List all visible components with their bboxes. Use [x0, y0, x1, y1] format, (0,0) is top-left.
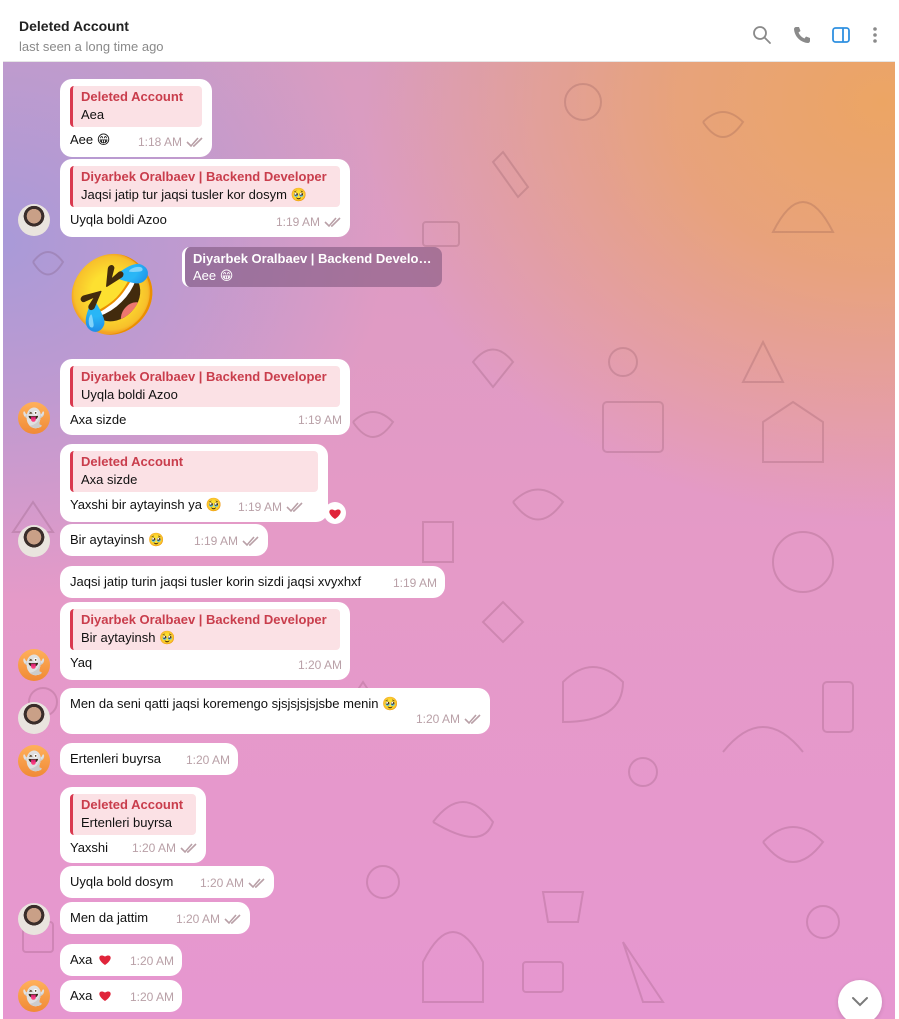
message-meta: 1:20 AM — [186, 751, 230, 769]
message-bubble[interactable]: Diyarbek Oralbaev | Backend Developer Ja… — [60, 159, 350, 237]
avatar[interactable] — [18, 702, 50, 734]
avatar[interactable]: 👻 — [18, 980, 50, 1012]
quote-text: Jaqsi jatip tur jaqsi tusler kor dosym 🥹 — [81, 187, 307, 202]
message-bubble[interactable]: Deleted Account Axa sizde Yaxshi bir ayt… — [60, 444, 328, 522]
more-vertical-icon[interactable] — [863, 23, 887, 47]
double-check-icon — [242, 536, 259, 547]
message-time: 1:20 AM — [415, 712, 460, 726]
double-check-icon — [286, 502, 303, 513]
quote-author: Diyarbek Oralbaev | Backend Develo… — [193, 251, 432, 266]
avatar[interactable]: 👻 — [18, 402, 50, 434]
sticker-reply-quote[interactable]: Diyarbek Oralbaev | Backend Develo… Aee … — [182, 247, 442, 287]
ghost-icon: 👻 — [22, 985, 46, 1006]
message-meta: 1:20 AM — [132, 839, 198, 857]
ghost-icon: 👻 — [22, 407, 46, 428]
avatar[interactable] — [18, 903, 50, 935]
message-meta: 1:20 AM — [130, 988, 174, 1006]
ghost-icon: 👻 — [22, 750, 46, 771]
message-meta: 1:19 AM — [238, 498, 304, 516]
chat-header: Deleted Account last seen a long time ag… — [3, 8, 895, 62]
quote-author: Deleted Account — [81, 797, 184, 812]
message-bubble[interactable]: Bir aytayinsh 🥹 1:19 AM — [60, 524, 268, 556]
avatar[interactable]: 👻 — [18, 649, 50, 681]
search-icon[interactable] — [750, 23, 774, 47]
message-time: 1:19 AM — [275, 215, 320, 229]
message-bubble[interactable]: Men da jattim 1:20 AM — [60, 902, 250, 934]
message-text: Jaqsi jatip turin jaqsi tusler korin siz… — [70, 574, 362, 589]
message-time: 1:19 AM — [392, 576, 437, 590]
double-check-icon — [464, 714, 481, 725]
reply-quote[interactable]: Diyarbek Oralbaev | Backend Developer Uy… — [70, 366, 340, 407]
message-time: 1:19 AM — [193, 534, 238, 548]
message-bubble[interactable]: Axa 1:20 AM — [60, 944, 182, 976]
message-bubble[interactable]: Deleted Account Aea Aee 😁 1:18 AM — [60, 79, 212, 157]
sidebar-toggle-icon[interactable] — [829, 23, 853, 47]
message-time: 1:20 AM — [131, 841, 176, 855]
message-meta: 1:20 AM — [298, 656, 342, 674]
message-time: 1:19 AM — [297, 413, 342, 427]
heart-reaction[interactable] — [324, 502, 346, 524]
double-check-icon — [180, 843, 197, 854]
quote-text: Bir aytayinsh 🥹 — [81, 630, 176, 645]
message-meta: 1:19 AM — [194, 532, 260, 550]
quote-text: Ertenleri buyrsa — [81, 815, 173, 830]
message-meta: 1:19 AM — [298, 411, 342, 429]
message-time: 1:20 AM — [297, 658, 342, 672]
message-bubble[interactable]: Ertenleri buyrsa 1:20 AM — [60, 743, 238, 775]
avatar[interactable]: 👻 — [18, 745, 50, 777]
quote-text: Aea — [81, 107, 105, 122]
chat-background: Deleted Account Aea Aee 😁 1:18 AM Diyarb… — [3, 62, 895, 1019]
heart-icon — [99, 955, 112, 965]
ghost-icon: 👻 — [22, 654, 46, 675]
avatar[interactable] — [18, 204, 50, 236]
message-meta: 1:19 AM — [393, 574, 437, 592]
message-meta: 1:20 AM — [416, 710, 482, 728]
reply-quote[interactable]: Deleted Account Aea — [70, 86, 202, 127]
message-time: 1:20 AM — [185, 753, 230, 767]
message-time: 1:20 AM — [199, 876, 244, 890]
message-bubble[interactable]: Uyqla bold dosym 1:20 AM — [60, 866, 274, 898]
message-meta: 1:19 AM — [276, 213, 342, 231]
reply-quote[interactable]: Diyarbek Oralbaev | Backend Developer Bi… — [70, 609, 340, 650]
message-meta: 1:20 AM — [130, 952, 174, 970]
double-check-icon — [186, 137, 203, 148]
message-meta: 1:18 AM — [138, 133, 204, 151]
message-time: 1:20 AM — [129, 954, 174, 968]
reply-quote[interactable]: Diyarbek Oralbaev | Backend Developer Ja… — [70, 166, 340, 207]
reply-quote[interactable]: Deleted Account Ertenleri buyrsa — [70, 794, 196, 835]
message-bubble[interactable]: Axa 1:20 AM — [60, 980, 182, 1012]
message-bubble[interactable]: Diyarbek Oralbaev | Backend Developer Uy… — [60, 359, 350, 435]
message-time: 1:18 AM — [137, 135, 182, 149]
message-time: 1:20 AM — [175, 912, 220, 926]
scroll-down-button[interactable] — [838, 980, 882, 1019]
quote-text: Aee 😁 — [193, 268, 234, 283]
message-meta: 1:20 AM — [200, 874, 266, 892]
quote-text: Axa sizde — [81, 472, 138, 487]
avatar[interactable] — [18, 525, 50, 557]
quote-author: Diyarbek Oralbaev | Backend Developer — [81, 369, 327, 384]
quote-author: Diyarbek Oralbaev | Backend Developer — [81, 169, 327, 184]
chat-status: last seen a long time ago — [19, 39, 164, 54]
double-check-icon — [324, 217, 341, 228]
heart-icon — [329, 508, 341, 519]
reply-quote[interactable]: Deleted Account Axa sizde — [70, 451, 318, 492]
quote-author: Diyarbek Oralbaev | Backend Developer — [81, 612, 327, 627]
message-bubble[interactable]: Deleted Account Ertenleri buyrsa Yaxshi … — [60, 787, 206, 863]
chat-title[interactable]: Deleted Account — [19, 18, 129, 34]
message-bubble[interactable]: Jaqsi jatip turin jaqsi tusler korin siz… — [60, 566, 445, 598]
phone-icon[interactable] — [790, 23, 814, 47]
message-meta: 1:20 AM — [176, 910, 242, 928]
quote-author: Deleted Account — [81, 89, 184, 104]
message-time: 1:19 AM — [237, 500, 282, 514]
quote-author: Deleted Account — [81, 454, 184, 469]
sticker[interactable]: 🤣 — [65, 250, 160, 342]
heart-icon — [99, 991, 112, 1001]
message-time: 1:20 AM — [129, 990, 174, 1004]
message-bubble[interactable]: Diyarbek Oralbaev | Backend Developer Bi… — [60, 602, 350, 680]
message-bubble[interactable]: Men da seni qatti jaqsi koremengo sjsjsj… — [60, 688, 490, 734]
double-check-icon — [224, 914, 241, 925]
chevron-down-icon — [852, 997, 868, 1007]
quote-text: Uyqla boldi Azoo — [81, 387, 178, 402]
double-check-icon — [248, 878, 265, 889]
